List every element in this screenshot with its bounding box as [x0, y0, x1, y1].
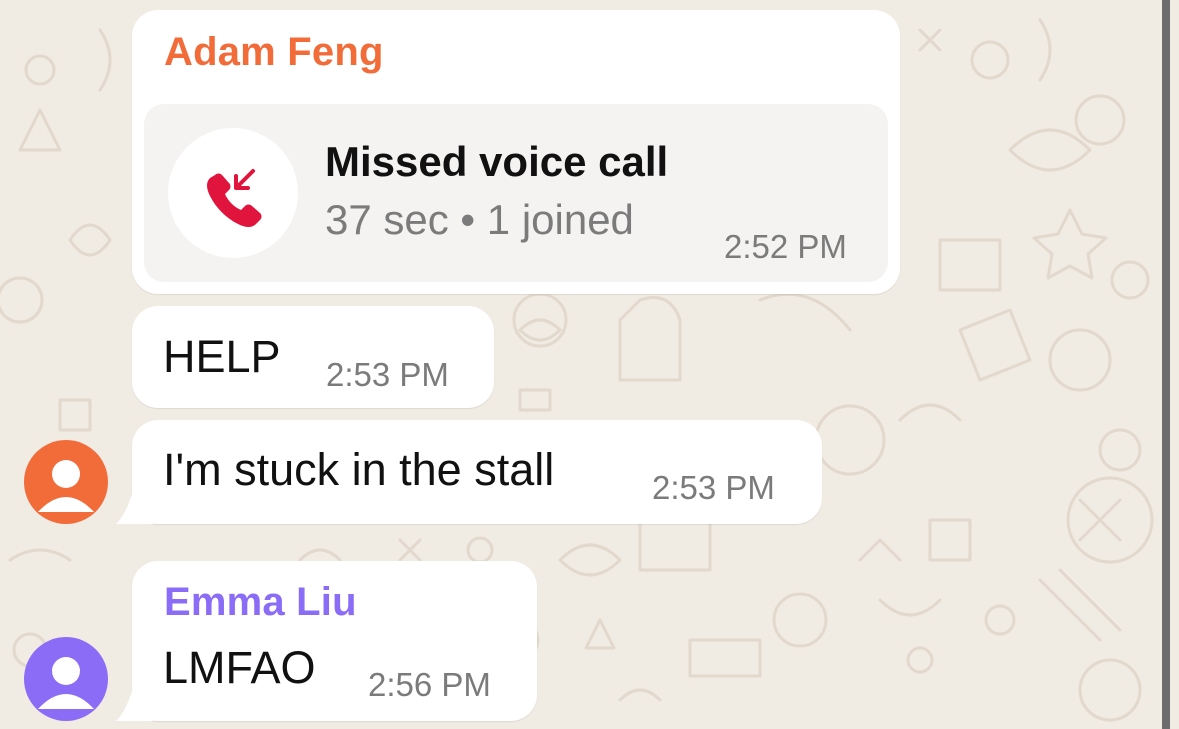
- avatar-adam[interactable]: [24, 440, 108, 524]
- message-text: LMFAO: [163, 642, 316, 693]
- missed-call-icon: [207, 169, 262, 227]
- message-text: HELP: [163, 331, 281, 382]
- person-icon: [38, 657, 94, 709]
- person-icon: [38, 460, 94, 512]
- call-title: Missed voice call: [325, 138, 669, 185]
- scrollbar[interactable]: [1162, 0, 1170, 729]
- bubble-tail: [116, 484, 153, 524]
- timestamp: 2:53 PM: [326, 356, 449, 393]
- sender-name-adam[interactable]: Adam Feng: [164, 30, 384, 75]
- call-icon-circle: [168, 128, 298, 258]
- avatar-emma[interactable]: [24, 637, 108, 721]
- message-text: I'm stuck in the stall: [163, 444, 555, 495]
- sender-name-emma[interactable]: Emma Liu: [164, 580, 357, 625]
- timestamp: 2:52 PM: [724, 228, 847, 265]
- timestamp: 2:56 PM: [368, 666, 491, 703]
- bubble-tail: [116, 681, 153, 721]
- timestamp: 2:53 PM: [652, 469, 775, 506]
- call-subtitle: 37 sec • 1 joined: [325, 196, 634, 243]
